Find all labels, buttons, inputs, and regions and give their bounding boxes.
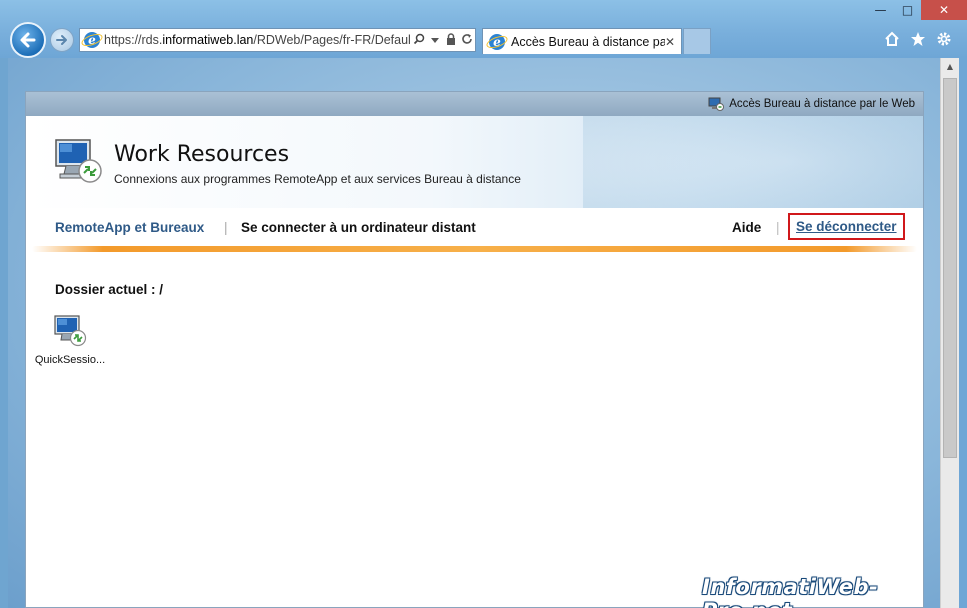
toolbar-icons <box>883 30 953 48</box>
watermark: InformatiWeb-Pro.net <box>702 575 879 608</box>
back-arrow-icon <box>20 32 36 48</box>
forward-arrow-icon <box>56 35 67 45</box>
topbar-label: Accès Bureau à distance par le Web <box>729 98 915 110</box>
orange-divider <box>32 246 917 252</box>
vertical-scrollbar[interactable]: ▲ <box>940 58 959 608</box>
address-url[interactable]: https://rds.informatiweb.lan/RDWeb/Pages… <box>104 33 411 47</box>
back-button[interactable] <box>10 22 46 58</box>
page-title: Work Resources <box>114 142 290 167</box>
lock-icon[interactable] <box>443 32 459 48</box>
page-viewport: Accès Bureau à distance par le Web Work … <box>8 58 940 608</box>
window-controls: — □ ✕ <box>867 0 967 20</box>
star-icon[interactable] <box>909 30 927 48</box>
ie-icon: e <box>84 32 100 48</box>
forward-button[interactable] <box>50 28 74 52</box>
current-folder-label: Dossier actuel : / <box>55 282 164 297</box>
nav-remoteapp-link[interactable]: RemoteApp et Bureaux <box>55 220 204 235</box>
remote-app-name: QuickSessio... <box>34 354 106 366</box>
rdweb-topbar: Accès Bureau à distance par le Web <box>26 92 923 116</box>
page-subtitle: Connexions aux programmes RemoteApp et a… <box>114 172 521 186</box>
rdweb-nav: RemoteApp et Bureaux | Se connecter à un… <box>26 208 923 246</box>
window-border <box>959 58 967 608</box>
maximize-button[interactable]: □ <box>894 0 921 20</box>
scroll-up-icon[interactable]: ▲ <box>941 58 959 75</box>
home-icon[interactable] <box>883 30 901 48</box>
new-tab-button[interactable] <box>683 28 711 54</box>
rdweb-panel: Accès Bureau à distance par le Web Work … <box>25 91 924 608</box>
nav-separator: | <box>776 219 780 235</box>
nav-separator: | <box>224 219 228 235</box>
rdweb-header: Work Resources Connexions aux programmes… <box>26 116 923 208</box>
refresh-icon[interactable] <box>459 33 475 48</box>
remote-desktop-icon <box>708 97 725 111</box>
gear-icon[interactable] <box>935 30 953 48</box>
tab-rdweb[interactable]: e Accès Bureau à distance pa... ✕ <box>482 28 682 54</box>
tab-title: Accès Bureau à distance pa... <box>511 34 665 49</box>
browser-chrome: — □ ✕ e https://rds.informatiweb.lan/RDW… <box>0 0 967 58</box>
remote-desktop-icon <box>54 315 87 347</box>
remote-app-item[interactable]: QuickSessio... <box>30 314 110 366</box>
nav-connect-link[interactable]: Se connecter à un ordinateur distant <box>241 220 476 235</box>
remote-desktop-icon <box>55 139 102 183</box>
tab-close-icon[interactable]: ✕ <box>665 35 675 49</box>
ie-icon: e <box>489 33 505 50</box>
close-button[interactable]: ✕ <box>921 0 967 20</box>
scrollbar-thumb[interactable] <box>943 78 957 458</box>
address-bar[interactable]: e https://rds.informatiweb.lan/RDWeb/Pag… <box>79 28 476 52</box>
search-icon[interactable] <box>411 33 427 48</box>
minimize-button[interactable]: — <box>867 0 894 20</box>
dropdown-icon[interactable] <box>427 33 443 47</box>
nav-help-link[interactable]: Aide <box>732 220 761 235</box>
nav-logout-link[interactable]: Se déconnecter <box>788 213 905 240</box>
